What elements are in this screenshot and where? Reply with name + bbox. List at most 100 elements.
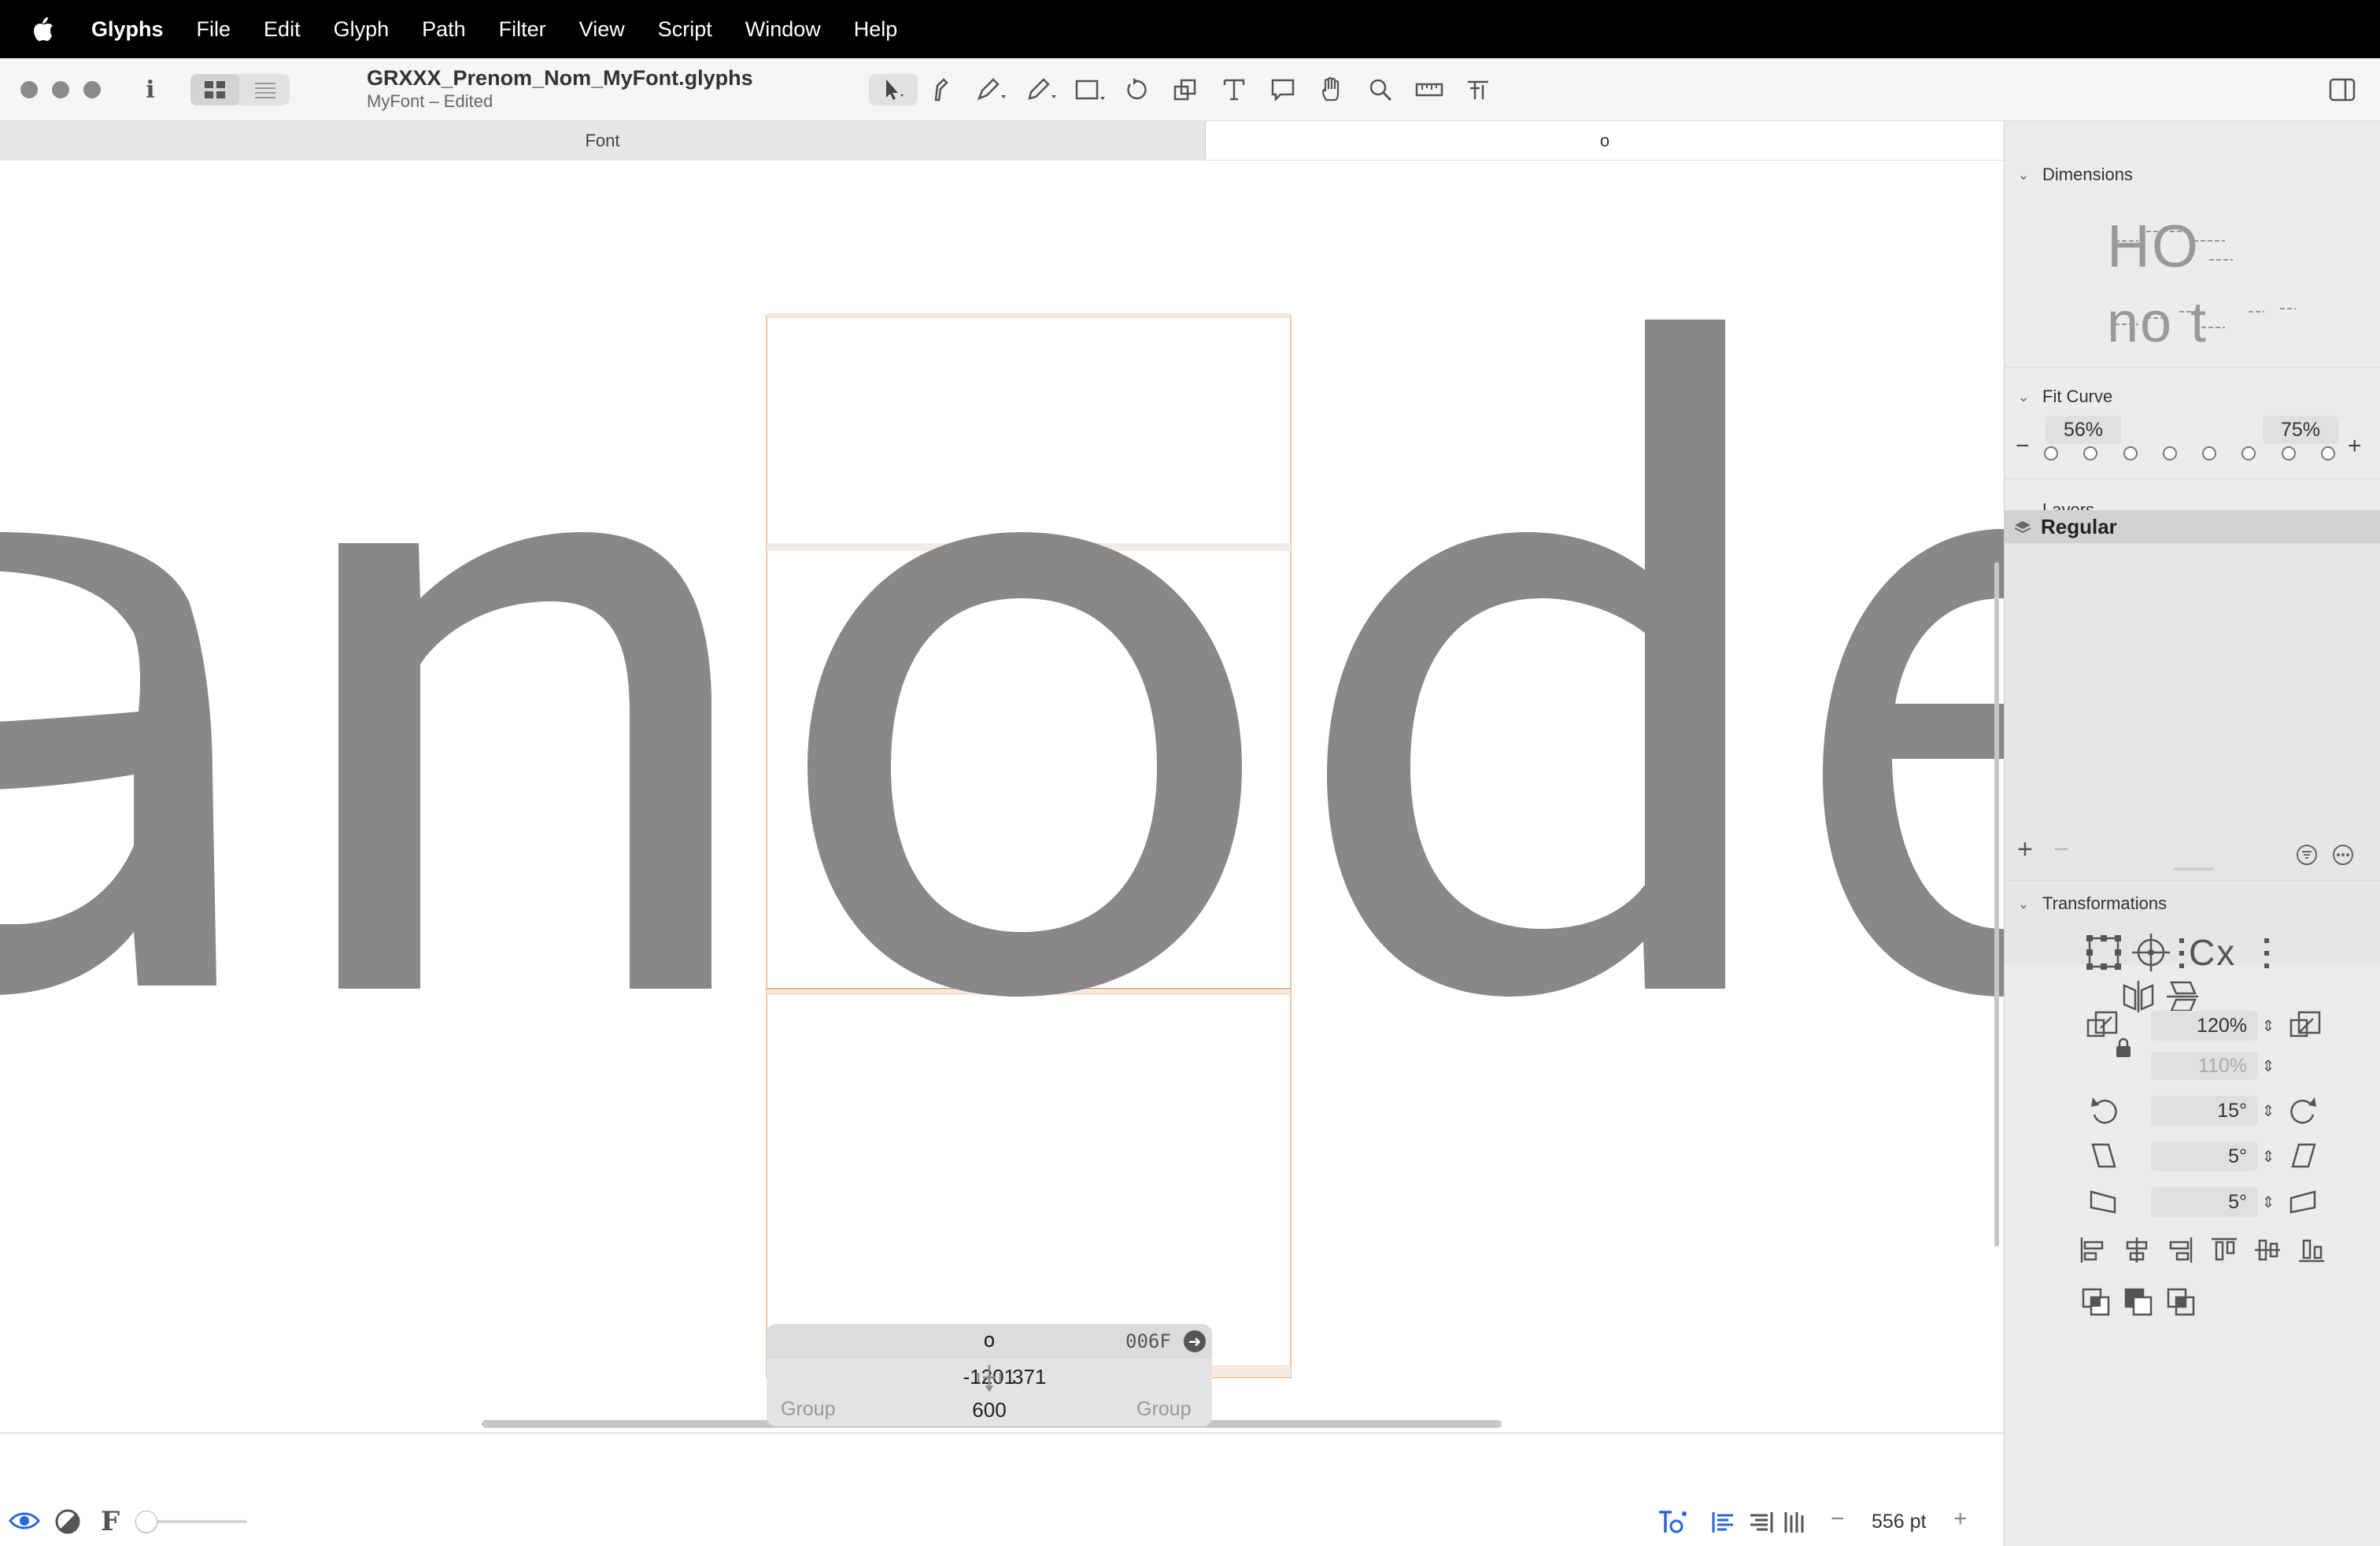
align-right-icon[interactable] [1749,1511,1774,1534]
minimize-window-button[interactable] [52,81,69,98]
grid-view-icon[interactable] [190,74,239,105]
tab-edit-o[interactable]: o [1206,121,2004,161]
align-top-edge-icon[interactable] [2208,1234,2240,1266]
scale-y-field[interactable]: 110% [2151,1052,2258,1080]
tab-font[interactable]: Font [0,121,1206,161]
subtract-icon[interactable] [2123,1286,2154,1318]
remove-layer-button[interactable]: − [2053,834,2069,865]
vertical-scrollbar[interactable] [1994,562,1999,1247]
type-metrics-tool-icon[interactable] [1462,74,1494,105]
intersect-icon[interactable] [2165,1286,2197,1318]
list-view-icon[interactable] [241,74,290,105]
menu-view[interactable]: View [579,17,625,42]
dimensions-section-header[interactable]: ⌄ Dimensions [2005,159,2380,190]
menu-glyphs-app[interactable]: Glyphs [91,17,164,42]
fit-curve-min-field[interactable]: 56% [2046,416,2121,444]
menu-edit[interactable]: Edit [264,17,301,42]
close-window-button[interactable] [20,81,38,98]
fit-curve-preset[interactable] [2241,446,2256,460]
pencil-tool-icon[interactable] [1023,74,1061,105]
hand-tool-icon[interactable] [1316,74,1347,105]
add-layer-button[interactable]: + [2017,834,2033,865]
scale-x-stepper[interactable]: ⇕ [2260,1011,2277,1041]
draw-tool-icon[interactable] [926,74,957,105]
skew-up-icon[interactable] [2288,1185,2319,1217]
text-tool-icon[interactable] [1218,74,1250,105]
zoom-tool-icon[interactable] [1365,74,1396,105]
menu-window[interactable]: Window [745,17,821,42]
scale-up-icon[interactable] [2288,1009,2323,1044]
zoom-out-button[interactable]: − [1831,1506,1845,1533]
rotate-ccw-icon[interactable] [2088,1093,2119,1127]
resize-handle[interactable] [2173,867,2214,871]
measurement-tool-icon[interactable] [1414,74,1445,105]
rotate-cw-icon[interactable] [2288,1093,2319,1127]
unicode-field[interactable]: 006F [1125,1330,1171,1352]
slant-left-icon[interactable] [2088,1140,2119,1171]
right-sidebearing-field[interactable]: 371 [1012,1365,1046,1389]
fit-curve-preset[interactable] [2320,446,2335,460]
align-horizontal-center-icon[interactable] [2121,1234,2153,1266]
flip-vertical-icon[interactable] [2165,979,2200,1014]
menu-filter[interactable]: Filter [499,17,546,42]
scale-x-field[interactable]: 120% [2151,1011,2258,1041]
slant-field-2[interactable]: 5° [2151,1187,2258,1217]
menu-file[interactable]: File [197,17,231,42]
align-right-edge-icon[interactable] [2164,1234,2196,1266]
font-preview-icon[interactable]: F [101,1506,120,1537]
fit-curve-preset[interactable] [2123,446,2138,460]
select-tool-icon[interactable] [869,74,918,105]
align-vertical-center-icon[interactable] [2252,1234,2283,1266]
slant-stepper-2[interactable]: ⇕ [2260,1187,2277,1217]
rotate-tool-icon[interactable] [1121,74,1152,105]
fit-curve-preset[interactable] [2202,446,2217,460]
sidebar-toggle-icon[interactable] [2326,76,2358,104]
right-group-field[interactable]: Group [1136,1398,1191,1421]
filter-icon[interactable] [2296,844,2318,866]
vertical-layout-icon[interactable] [1782,1511,1807,1534]
slant-field-1[interactable]: 5° [2151,1141,2258,1171]
arrow-right-circle-icon[interactable]: ➜ [1184,1330,1206,1352]
font-size-field[interactable]: 556 pt [1872,1511,1927,1533]
preview-mode-icon[interactable] [54,1507,82,1536]
skew-down-icon[interactable] [2088,1185,2119,1217]
layer-row-regular[interactable]: Regular [2005,510,2380,543]
text-settings-icon[interactable] [1658,1507,1689,1536]
fit-curve-decrease-button[interactable]: − [2016,433,2030,460]
eye-icon[interactable] [8,1509,41,1533]
apple-icon[interactable] [31,16,63,43]
fit-curve-preset[interactable] [2083,446,2098,460]
scale-tool-icon[interactable] [1170,74,1201,105]
lock-icon[interactable] [2115,1037,2132,1058]
fit-curve-preset[interactable] [2281,446,2296,460]
bounding-box-icon[interactable] [2083,932,2124,973]
align-left-icon[interactable] [1711,1511,1736,1534]
zoom-in-button[interactable]: + [1953,1506,1968,1533]
fit-curve-preset[interactable] [2044,446,2058,460]
fit-curve-section-header[interactable]: ⌄ Fit Curve [2005,381,2380,412]
glyph-e[interactable] [1823,529,2004,997]
menu-glyph[interactable]: Glyph [334,17,390,42]
edit-canvas[interactable] [0,161,2004,1433]
menu-path[interactable]: Path [422,17,466,42]
info-icon[interactable]: i [139,74,162,105]
menu-help[interactable]: Help [854,17,898,42]
fit-curve-increase-button[interactable]: + [2348,433,2362,460]
slant-right-icon[interactable] [2288,1140,2319,1171]
sidebearing-link-icon[interactable] [973,1362,1006,1393]
slant-stepper-1[interactable]: ⇕ [2260,1141,2277,1171]
flip-horizontal-icon[interactable] [2121,979,2156,1014]
align-left-edge-icon[interactable] [2077,1234,2108,1266]
annotation-tool-icon[interactable] [1267,74,1299,105]
more-options-icon[interactable] [2332,844,2354,866]
align-bottom-edge-icon[interactable] [2296,1234,2327,1266]
rotate-field[interactable]: 15° [2151,1096,2258,1126]
glyph-a[interactable] [0,531,216,995]
glyph-o[interactable] [808,532,1242,997]
rotate-stepper[interactable]: ⇕ [2260,1096,2277,1126]
rectangle-tool-icon[interactable] [1072,74,1110,105]
transformations-section-header[interactable]: ⌄ Transformations [2005,888,2380,919]
fit-curve-preset[interactable] [2162,446,2177,460]
metrics-transform-icon[interactable]: Cx [2178,932,2272,973]
glyph-n[interactable] [338,532,711,989]
